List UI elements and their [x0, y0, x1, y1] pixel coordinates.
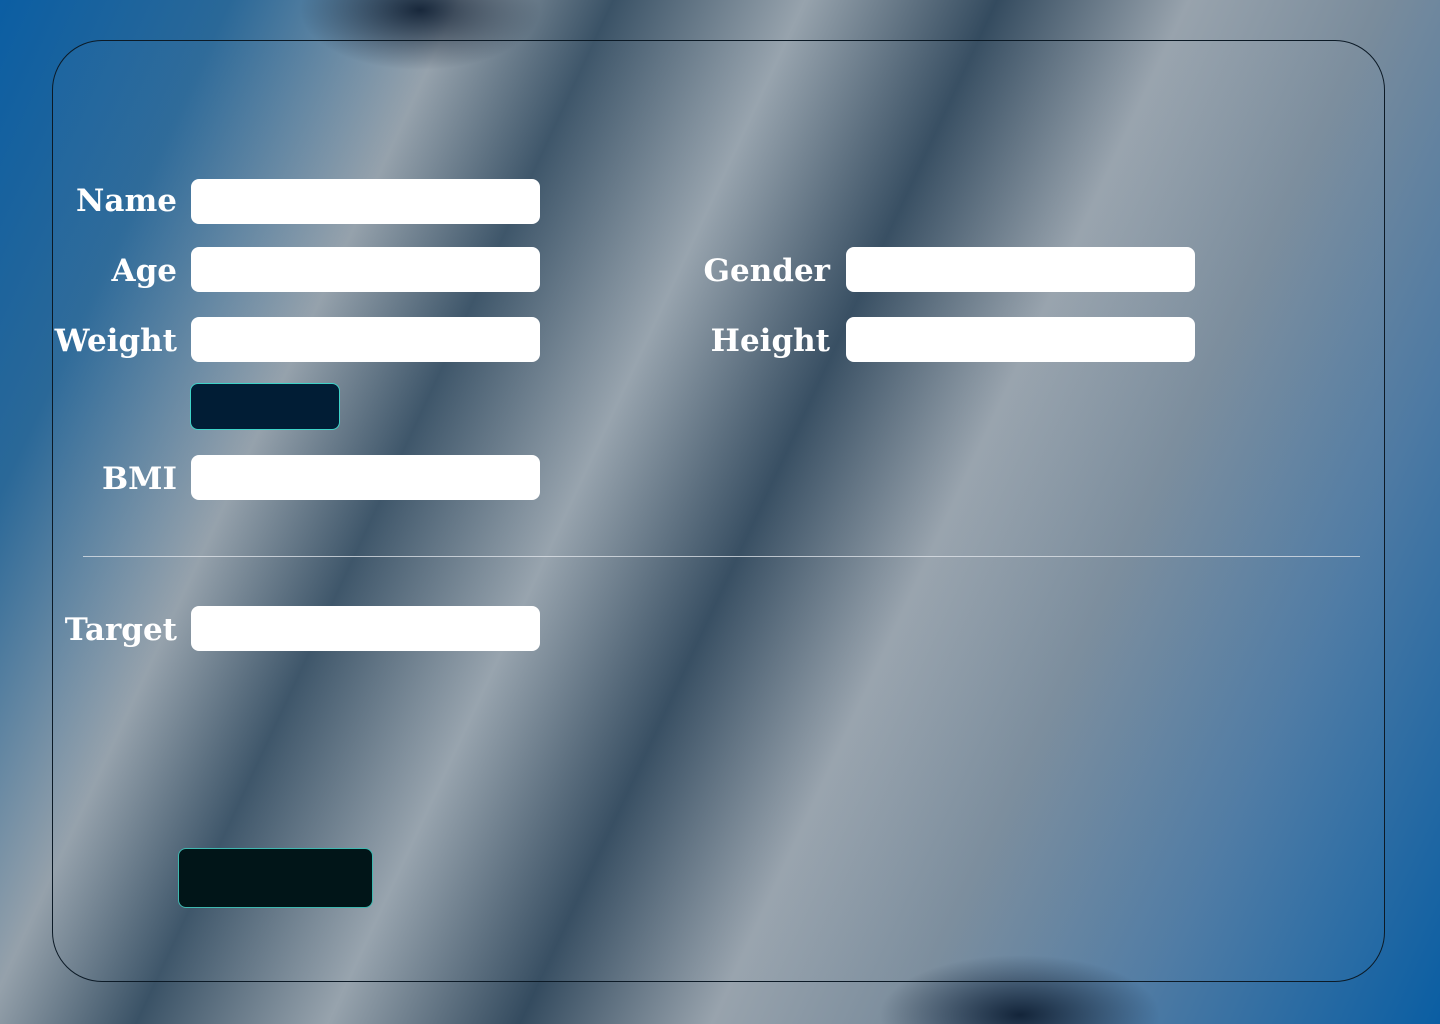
- weight-label: Weight: [54, 323, 177, 359]
- bmi-output[interactable]: [191, 455, 540, 500]
- weight-input[interactable]: [191, 317, 540, 362]
- age-label: Age: [111, 253, 177, 289]
- age-input[interactable]: [191, 247, 540, 292]
- target-label: Target: [64, 612, 177, 648]
- section-divider: [83, 556, 1360, 557]
- bmi-label: BMI: [101, 461, 177, 497]
- gender-input[interactable]: [846, 247, 1195, 292]
- name-input[interactable]: [191, 179, 540, 224]
- name-label: Name: [76, 183, 177, 219]
- height-label: Height: [710, 323, 830, 359]
- height-input[interactable]: [846, 317, 1195, 362]
- gender-label: Gender: [703, 253, 830, 289]
- target-input[interactable]: [191, 606, 540, 651]
- submit-button[interactable]: [178, 848, 373, 908]
- calculate-button[interactable]: [190, 383, 340, 430]
